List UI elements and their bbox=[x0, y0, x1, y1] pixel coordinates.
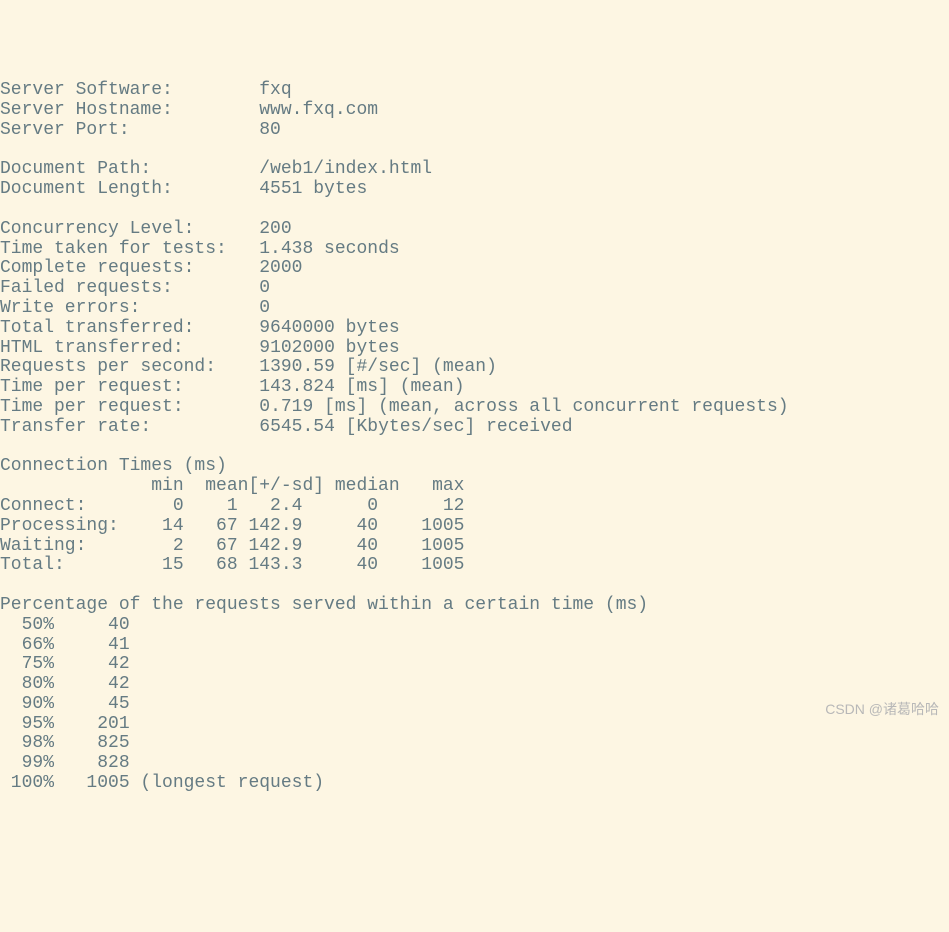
failed-requests-line: Failed requests: 0 bbox=[0, 278, 270, 298]
time-taken-line: Time taken for tests: 1.438 seconds bbox=[0, 239, 400, 259]
watermark: CSDN @诸葛哈哈 bbox=[825, 702, 939, 717]
total-row: Total: 15 68 143.3 40 1005 bbox=[0, 555, 464, 575]
p66-row: 66% 41 bbox=[0, 635, 130, 655]
tpr2-line: Time per request: 0.719 [ms] (mean, acro… bbox=[0, 397, 789, 417]
terminal-output: Server Software: fxq Server Hostname: ww… bbox=[0, 81, 949, 794]
p80-row: 80% 42 bbox=[0, 674, 130, 694]
p98-row: 98% 825 bbox=[0, 733, 130, 753]
server-software-line: Server Software: fxq bbox=[0, 80, 292, 100]
p90-row: 90% 45 bbox=[0, 694, 130, 714]
server-hostname-line: Server Hostname: www.fxq.com bbox=[0, 100, 378, 120]
processing-row: Processing: 14 67 142.9 40 1005 bbox=[0, 516, 464, 536]
concurrency-line: Concurrency Level: 200 bbox=[0, 219, 292, 239]
waiting-row: Waiting: 2 67 142.9 40 1005 bbox=[0, 536, 464, 556]
percentage-header: Percentage of the requests served within… bbox=[0, 595, 648, 615]
connection-times-header: Connection Times (ms) bbox=[0, 456, 227, 476]
server-port-line: Server Port: 80 bbox=[0, 120, 281, 140]
write-errors-line: Write errors: 0 bbox=[0, 298, 270, 318]
connection-times-columns: min mean[+/-sd] median max bbox=[0, 476, 464, 496]
html-transferred-line: HTML transferred: 9102000 bytes bbox=[0, 338, 400, 358]
p99-row: 99% 828 bbox=[0, 753, 130, 773]
connect-row: Connect: 0 1 2.4 0 12 bbox=[0, 496, 464, 516]
p100-row: 100% 1005 (longest request) bbox=[0, 773, 324, 793]
rps-line: Requests per second: 1390.59 [#/sec] (me… bbox=[0, 357, 497, 377]
p50-row: 50% 40 bbox=[0, 615, 130, 635]
document-path-line: Document Path: /web1/index.html bbox=[0, 159, 432, 179]
total-transferred-line: Total transferred: 9640000 bytes bbox=[0, 318, 400, 338]
tpr1-line: Time per request: 143.824 [ms] (mean) bbox=[0, 377, 465, 397]
document-length-line: Document Length: 4551 bytes bbox=[0, 179, 367, 199]
complete-requests-line: Complete requests: 2000 bbox=[0, 258, 302, 278]
p75-row: 75% 42 bbox=[0, 654, 130, 674]
transfer-rate-line: Transfer rate: 6545.54 [Kbytes/sec] rece… bbox=[0, 417, 573, 437]
p95-row: 95% 201 bbox=[0, 714, 130, 734]
